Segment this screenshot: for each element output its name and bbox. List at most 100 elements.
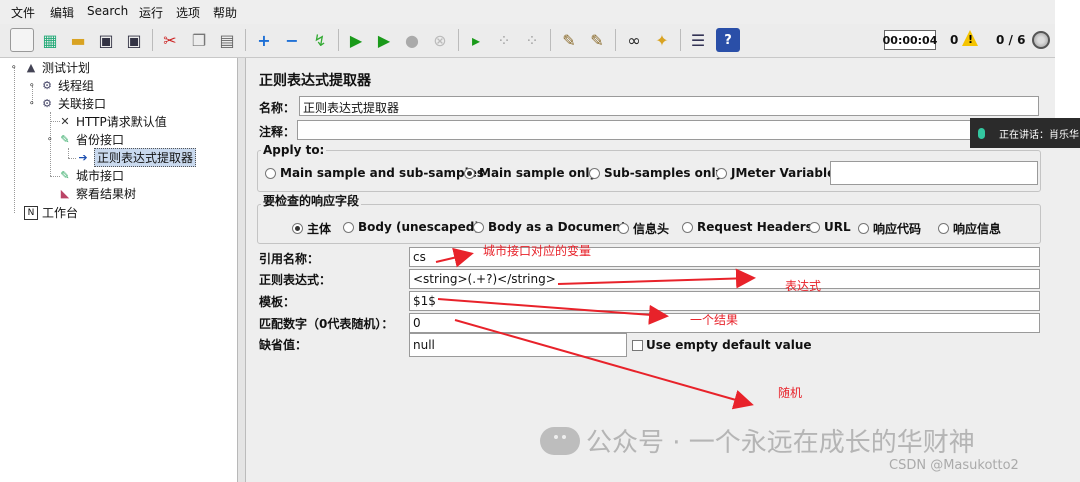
warning-icon[interactable]: [962, 30, 978, 46]
remote-start-icon[interactable]: ▸: [464, 28, 488, 52]
speaking-text: 正在讲话：肖乐华: [999, 129, 1079, 141]
tree-item-label: 线程组: [58, 79, 95, 93]
warning-count: 0: [950, 33, 959, 47]
radio-jmeter-variable[interactable]: JMeter Variable: [716, 166, 835, 180]
paste-icon[interactable]: ▤: [215, 28, 239, 52]
thread-group-icon: ⚙: [42, 97, 52, 110]
reset-search-icon[interactable]: ✦: [650, 28, 674, 52]
remote-stop-icon[interactable]: ⁘: [492, 28, 516, 52]
stop-icon[interactable]: ●: [400, 28, 424, 52]
tree-item-label: 工作台: [42, 206, 79, 220]
template-field[interactable]: $1$: [409, 291, 1040, 311]
search-icon[interactable]: ∞: [622, 28, 646, 52]
template-label: 模板：: [259, 295, 296, 309]
radio-main-only[interactable]: Main sample only: [464, 166, 597, 180]
tree-item-label: 关联接口: [58, 97, 107, 111]
annotation-template: 一个结果: [690, 313, 739, 327]
help-icon[interactable]: ?: [716, 28, 740, 52]
name-field[interactable]: 正则表达式提取器: [299, 96, 1039, 116]
match-no-label: 匹配数字（0代表随机）：: [259, 317, 394, 331]
wechat-icon: [540, 426, 580, 455]
save-as-icon[interactable]: ▣: [122, 28, 146, 52]
tree-item-label: HTTP请求默认值: [76, 115, 167, 129]
menu-options[interactable]: 选项: [176, 4, 200, 21]
menu-search[interactable]: Search: [87, 4, 128, 18]
new-icon[interactable]: [10, 28, 34, 52]
tree-item-label: 正则表达式提取器: [94, 148, 197, 167]
name-label: 名称：: [259, 101, 296, 115]
radio-body-document[interactable]: Body as a Document: [473, 220, 626, 234]
jmeter-variable-field[interactable]: [830, 161, 1038, 185]
menu-bar: 文件 编辑 Search 运行 选项 帮助: [0, 0, 1080, 24]
ref-name-label: 引用名称：: [259, 252, 320, 266]
tree-item-label: 城市接口: [76, 169, 125, 183]
function-helper-icon[interactable]: ☰: [686, 28, 710, 52]
annotation-match-no: 随机: [778, 386, 803, 400]
watermark-text: 公众号 · 一个永远在成长的华财神: [586, 428, 975, 458]
extractor-icon: ➔: [78, 151, 88, 164]
templates-icon[interactable]: ▦: [38, 28, 62, 52]
radio-body-unescaped[interactable]: Body (unescaped): [343, 220, 480, 234]
workbench-icon: N: [24, 205, 38, 220]
panel-splitter[interactable]: [238, 58, 246, 482]
collapse-icon[interactable]: −: [280, 28, 304, 52]
tree-item-regex-extractor[interactable]: ➔ 正则表达式提取器: [76, 148, 197, 167]
tree-item-linked-api[interactable]: ⚙ 关联接口: [40, 95, 106, 112]
sampler-icon: ✎: [60, 133, 70, 146]
use-empty-default-label: Use empty default value: [646, 338, 812, 352]
mic-icon: [978, 127, 985, 139]
tree-item-province-api[interactable]: ✎ 省份接口: [58, 131, 124, 148]
menu-edit[interactable]: 编辑: [50, 4, 74, 21]
wechat-watermark: 公众号 · 一个永远在成长的华财神: [540, 422, 975, 459]
tree-item-city-api[interactable]: ✎ 城市接口: [58, 167, 124, 184]
open-icon[interactable]: ▬: [66, 28, 90, 52]
shutdown-icon[interactable]: ⊗: [428, 28, 452, 52]
default-value-field[interactable]: null: [409, 333, 627, 357]
active-threads: 0 / 6: [996, 33, 1026, 47]
listener-icon: ◣: [60, 187, 70, 200]
save-icon[interactable]: ▣: [94, 28, 118, 52]
speaking-overlay: 正在讲话：肖乐华: [970, 118, 1080, 148]
radio-body[interactable]: 主体: [292, 220, 331, 237]
elapsed-timer: 00:00:04: [883, 30, 937, 50]
expand-icon[interactable]: +: [252, 28, 276, 52]
sampler-icon: ✎: [60, 169, 70, 182]
use-empty-default-checkbox[interactable]: [632, 340, 643, 351]
comment-label: 注释：: [259, 125, 296, 139]
tree-item-thread-group[interactable]: ⚙ 线程组: [40, 77, 94, 94]
apply-to-title: Apply to:: [261, 143, 327, 157]
radio-sub-only[interactable]: Sub-samples only: [589, 166, 723, 180]
response-field-title: 要检查的响应字段: [261, 192, 362, 209]
tree-item-test-plan[interactable]: ▲ 测试计划: [24, 59, 90, 76]
radio-response-message[interactable]: 响应信息: [938, 220, 1001, 237]
tree-item-http-defaults[interactable]: ✕ HTTP请求默认值: [58, 113, 167, 130]
start-icon[interactable]: ▶: [344, 28, 368, 52]
radio-main-and-sub[interactable]: Main sample and sub-samples: [265, 166, 484, 180]
radio-request-headers[interactable]: Request Headers: [682, 220, 813, 234]
start-no-pause-icon[interactable]: ▶: [372, 28, 396, 52]
radio-headers[interactable]: 信息头: [618, 220, 669, 237]
radio-url[interactable]: URL: [809, 220, 851, 234]
cut-icon[interactable]: ✂: [158, 28, 182, 52]
tree-item-label: 察看结果树: [76, 187, 137, 201]
test-plan-tree: ⚬ ▲ 测试计划 ⚬ ⚙ 线程组 ⚬ ⚙ 关联接口 ✕ HTTP请求默认值 ⚬ …: [0, 58, 238, 482]
tree-item-label: 测试计划: [42, 61, 91, 75]
copy-icon[interactable]: ❐: [187, 28, 211, 52]
menu-file[interactable]: 文件: [11, 4, 35, 21]
clear-icon[interactable]: ✎: [557, 28, 581, 52]
regex-field[interactable]: <string>(.+?)</string>: [409, 269, 1040, 289]
radio-response-code[interactable]: 响应代码: [858, 220, 921, 237]
tree-item-view-results-tree[interactable]: ◣ 察看结果树: [58, 185, 136, 202]
toggle-icon[interactable]: ↯: [308, 28, 332, 52]
menu-help[interactable]: 帮助: [213, 4, 237, 21]
csdn-watermark: CSDN @Masukotto2: [889, 458, 1019, 473]
config-wrench-icon: ✕: [60, 115, 70, 128]
remote-shutdown-icon[interactable]: ⁘: [520, 28, 544, 52]
tree-item-workbench[interactable]: N 工作台: [24, 204, 78, 221]
thread-group-icon: ⚙: [42, 79, 52, 92]
regex-extractor-panel: 正则表达式提取器 名称： 正则表达式提取器 注释： Apply to: Main…: [247, 58, 1055, 482]
menu-run[interactable]: 运行: [139, 4, 163, 21]
clear-all-icon[interactable]: ✎: [585, 28, 609, 52]
remote-globe-icon[interactable]: [1032, 31, 1050, 49]
comment-field[interactable]: [297, 120, 1039, 140]
